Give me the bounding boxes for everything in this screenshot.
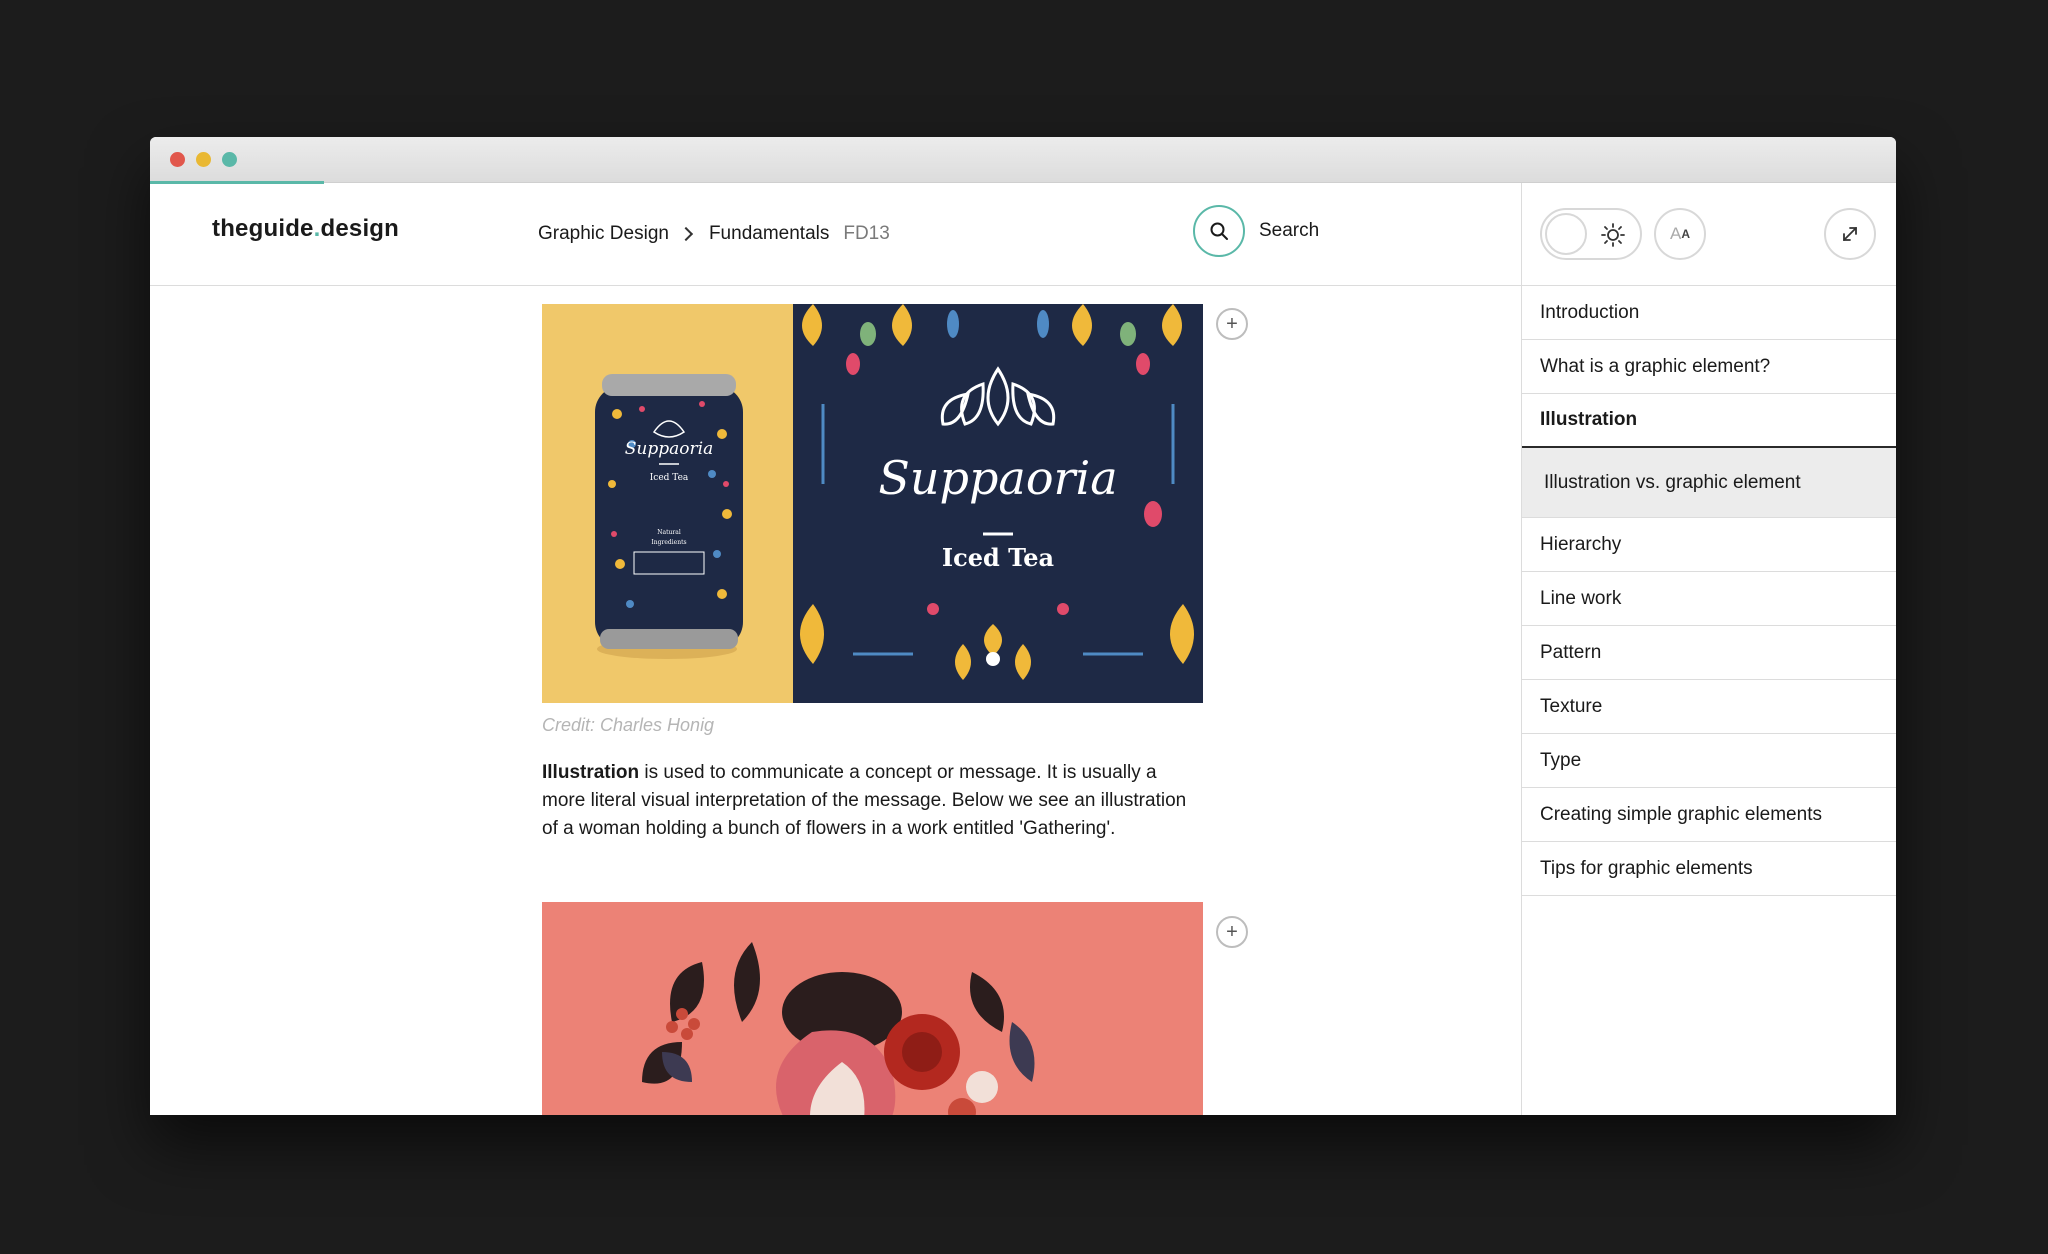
can-mockup: Suppaoria Iced Tea Natural Ingredients	[542, 304, 793, 703]
close-window-button[interactable]	[170, 152, 185, 167]
panel-toolbar: AA	[1522, 183, 1896, 286]
search-button[interactable]: Search	[1193, 205, 1319, 257]
expand-icon	[1843, 227, 1857, 241]
toc-item-illustration-vs-graphic-element[interactable]: Illustration vs. graphic element	[1522, 448, 1896, 518]
brand-text: Suppaoria	[878, 451, 1117, 505]
search-label: Search	[1259, 220, 1320, 241]
can-label-1: Natural	[657, 529, 681, 536]
can-label-2: Ingredients	[651, 539, 686, 546]
toc-item-illustration[interactable]: Illustration	[1522, 394, 1896, 448]
paragraph-text: is used to communicate a concept or mess…	[542, 762, 1187, 839]
minimize-window-button[interactable]	[196, 152, 211, 167]
toc-item-hierarchy[interactable]: Hierarchy	[1522, 518, 1896, 572]
font-size-large-glyph: A	[1669, 224, 1682, 243]
body-paragraph: Illustration is used to communicate a co…	[542, 759, 1192, 843]
paragraph-bold-term: Illustration	[542, 762, 640, 783]
page-header: theguide.design Graphic Design Fundament…	[150, 183, 1521, 286]
image-caption: Credit: Charles Honig	[542, 715, 715, 735]
sun-icon	[1600, 222, 1626, 253]
maximize-window-button[interactable]	[222, 152, 237, 167]
breadcrumb: Graphic Design Fundamentals FD13	[538, 223, 890, 245]
page-code: FD13	[843, 223, 890, 244]
can-brand-text: Suppaoria	[625, 439, 713, 459]
font-size-small-glyph: A	[1681, 227, 1690, 241]
logo-text-left: theguide	[212, 215, 314, 242]
font-size-button[interactable]: AA	[1654, 208, 1706, 260]
toc-item-introduction[interactable]: Introduction	[1522, 286, 1896, 340]
expand-button[interactable]	[1824, 208, 1876, 260]
logo-text-right: design	[320, 215, 400, 242]
toc-item-texture[interactable]: Texture	[1522, 680, 1896, 734]
toc-list: Introduction What is a graphic element? …	[1522, 286, 1896, 896]
toc-item-tips-for-graphic-elements[interactable]: Tips for graphic elements	[1522, 842, 1896, 896]
add-figure-button[interactable]: +	[1216, 308, 1248, 340]
sub-brand-text: Iced Tea	[942, 543, 1054, 572]
toc-item-creating-simple-graphic-elements[interactable]: Creating simple graphic elements	[1522, 788, 1896, 842]
add-figure-button[interactable]: +	[1216, 916, 1248, 948]
title-bar	[150, 137, 1896, 184]
browser-window: theguide.design Graphic Design Fundament…	[150, 137, 1896, 1115]
can-sub-text: Iced Tea	[650, 473, 689, 483]
table-of-contents-panel: AA Introduction What is a graphic elemen…	[1521, 183, 1896, 1115]
suppaoria-iced-tea-image: Suppaoria Iced Tea Natural Ingredients S…	[542, 304, 1203, 703]
toggle-knob	[1545, 213, 1587, 255]
theme-toggle[interactable]	[1540, 208, 1642, 260]
toc-item-what-is-graphic-element[interactable]: What is a graphic element?	[1522, 340, 1896, 394]
chevron-right-icon	[678, 226, 694, 242]
pattern-artwork: Suppaoria Iced Tea	[793, 304, 1203, 703]
search-icon	[1193, 205, 1245, 257]
toc-item-line-work[interactable]: Line work	[1522, 572, 1896, 626]
toc-item-type[interactable]: Type	[1522, 734, 1896, 788]
article-content: Suppaoria Iced Tea Natural Ingredients S…	[150, 287, 1521, 1115]
gathering-illustration	[542, 902, 1203, 1115]
breadcrumb-fundamentals[interactable]: Fundamentals	[709, 223, 829, 245]
breadcrumb-graphic-design[interactable]: Graphic Design	[538, 223, 669, 245]
site-logo[interactable]: theguide.design	[212, 215, 399, 243]
toc-item-pattern[interactable]: Pattern	[1522, 626, 1896, 680]
